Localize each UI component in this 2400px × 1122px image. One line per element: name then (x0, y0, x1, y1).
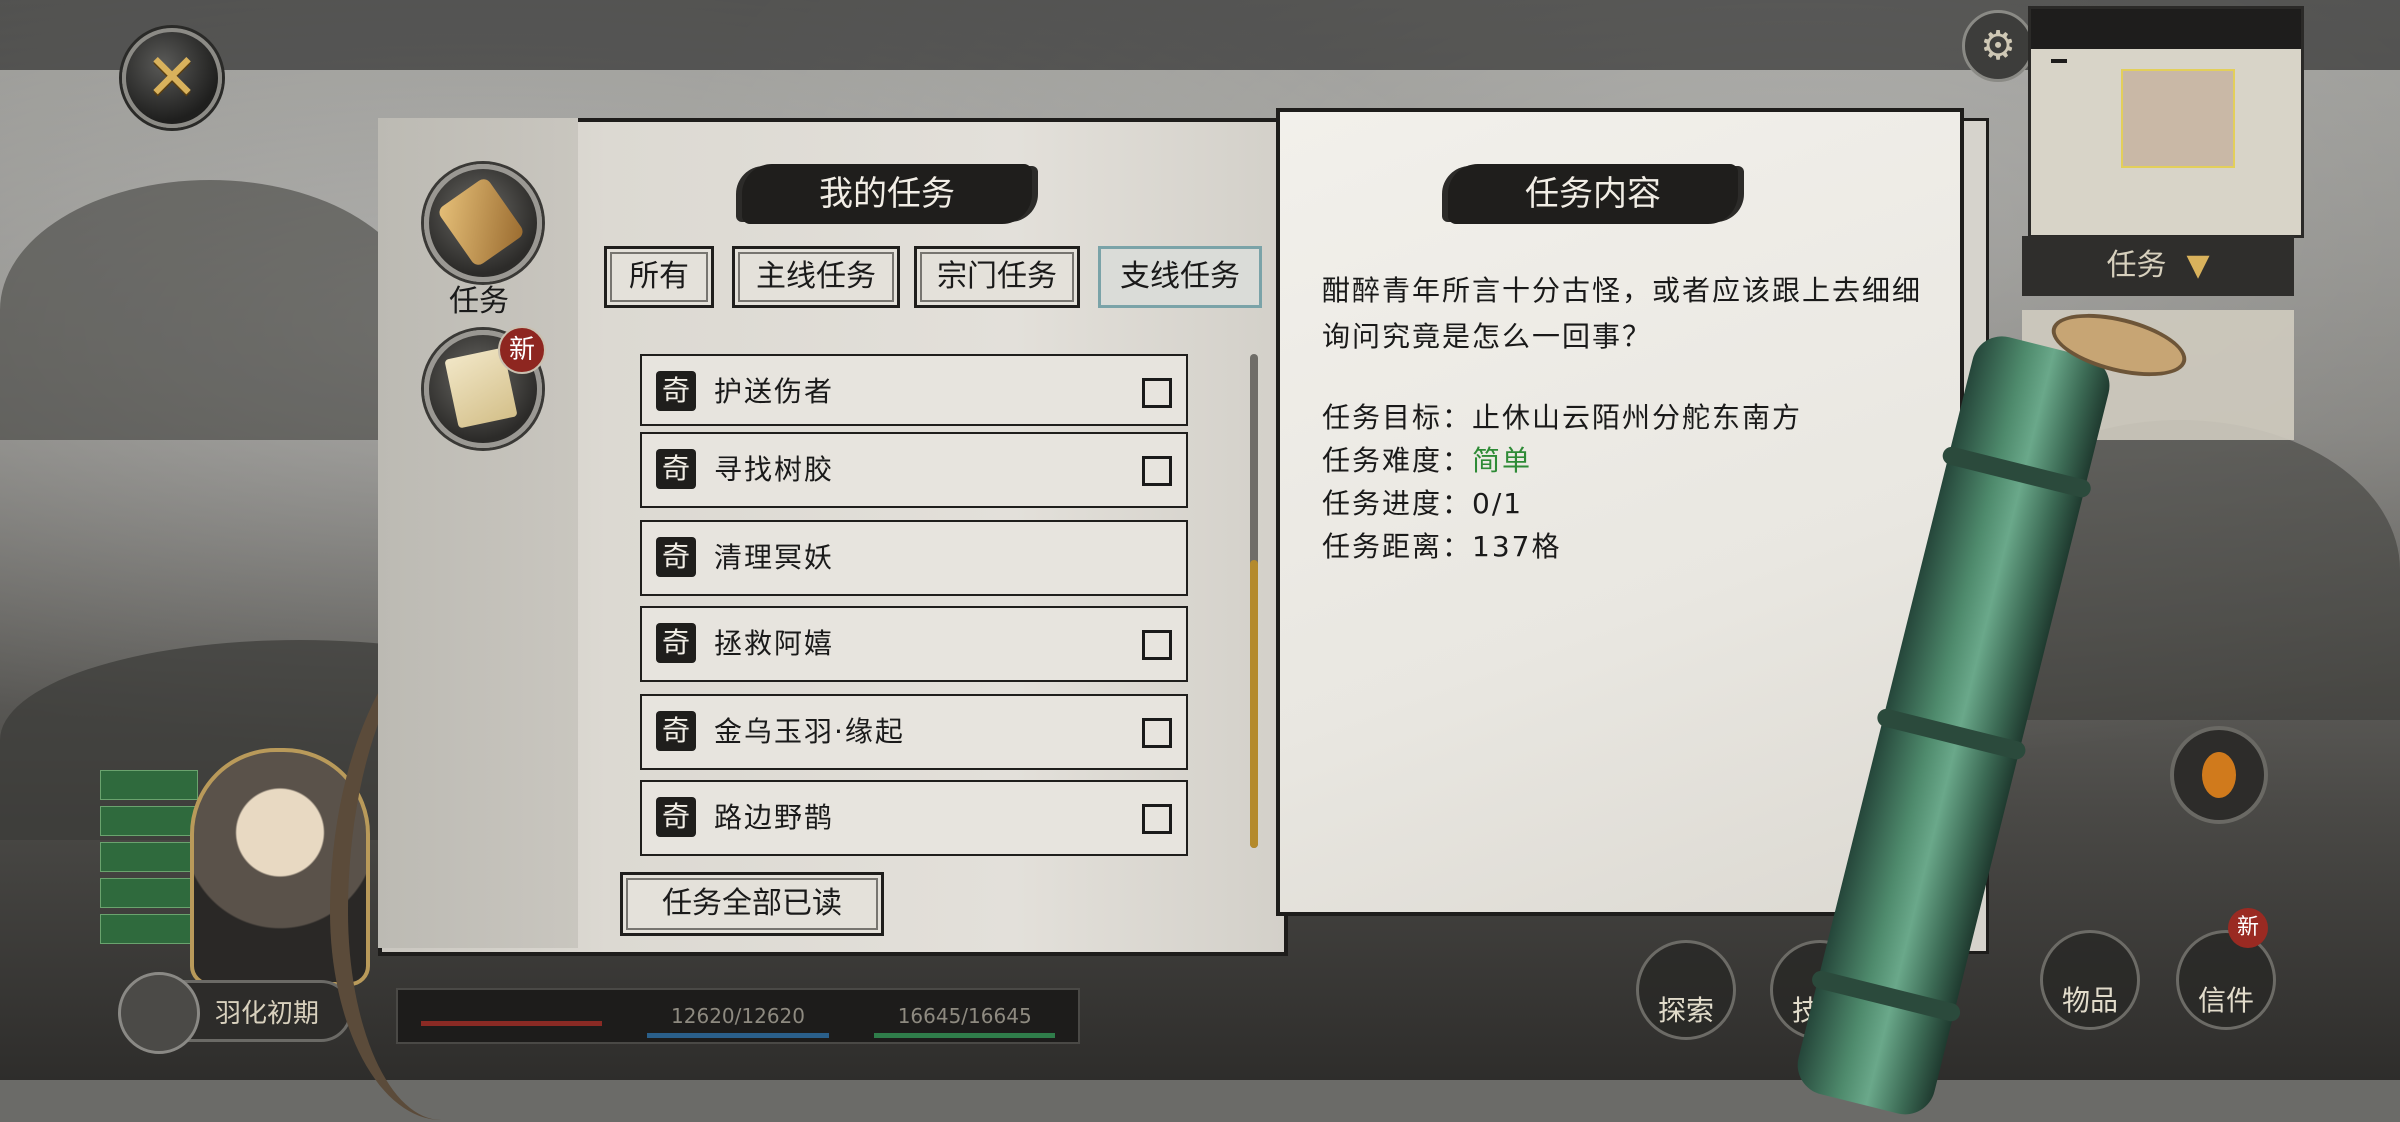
bamboo-node (1940, 444, 2093, 500)
quest-name: 护送伤者 (714, 375, 835, 408)
bamboo-node (1875, 706, 2028, 762)
tab-tasks-label: 任务 (449, 284, 509, 319)
minimap-location-tag (2051, 59, 2067, 63)
quest-item[interactable]: 奇 寻找树胶 (640, 432, 1188, 508)
quest-type-badge: 奇 (656, 797, 696, 837)
quest-target-label: 任务目标： (1322, 401, 1473, 434)
items-button[interactable]: 物品 (2040, 930, 2140, 1030)
quest-item[interactable]: 奇 拯救阿嬉 (640, 606, 1188, 682)
quest-name: 路边野鹊 (714, 801, 835, 834)
status-tag[interactable] (100, 842, 198, 872)
rank-icon (118, 972, 200, 1054)
minimap[interactable] (2028, 6, 2304, 238)
settings-button[interactable]: ⚙ (1962, 10, 2034, 82)
quest-checkbox[interactable] (1142, 378, 1172, 408)
minimap-header (2031, 9, 2301, 49)
quest-difficulty-label: 任务难度： (1322, 444, 1473, 477)
quest-type-badge: 奇 (656, 371, 696, 411)
filter-all[interactable]: 所有 (604, 246, 714, 308)
task-tracker-label: 任务 (2106, 248, 2167, 283)
quest-target-row: 任务目标：止休山云陌州分舵东南方 (1322, 396, 1802, 439)
quest-difficulty-row: 任务难度：简单 (1322, 439, 1802, 482)
mark-all-read-button[interactable]: 任务全部已读 (620, 872, 884, 936)
quest-checkbox[interactable] (1142, 456, 1172, 486)
quest-progress-value: 0/1 (1472, 487, 1524, 520)
status-tag[interactable] (100, 878, 198, 908)
quest-item[interactable]: 奇 路边野鹊 (640, 780, 1188, 856)
status-tag[interactable] (100, 914, 198, 944)
tab-tasks[interactable] (424, 164, 542, 282)
quest-progress-row: 任务进度：0/1 (1322, 482, 1802, 525)
explore-button[interactable]: 探索 (1636, 940, 1736, 1040)
status-tags (100, 770, 198, 950)
quest-target-value: 止休山云陌州分舵东南方 (1472, 401, 1803, 434)
quest-distance-value: 137格 (1472, 530, 1562, 563)
quest-type-badge: 奇 (656, 449, 696, 489)
new-badge: 新 (498, 326, 546, 374)
background-mountain (0, 180, 420, 440)
filter-main[interactable]: 主线任务 (732, 246, 900, 308)
task-tracker-dropdown[interactable]: 任务 ▼ (2022, 236, 2294, 296)
explore-label: 探索 (1657, 994, 1714, 1027)
quest-item-selected[interactable]: 奇 清理冥妖 (640, 520, 1188, 596)
quest-difficulty-value: 简单 (1472, 444, 1533, 477)
gear-icon: ⚙ (1980, 23, 2016, 69)
quest-item[interactable]: 奇 金乌玉羽·缘起 (640, 694, 1188, 770)
minimap-region (2121, 69, 2235, 168)
quest-progress-label: 任务进度： (1322, 487, 1473, 520)
quest-checkbox[interactable] (1142, 630, 1172, 660)
close-button[interactable]: ✕ (122, 28, 222, 128)
quest-checkbox[interactable] (1142, 718, 1172, 748)
status-tag[interactable] (100, 806, 198, 836)
quest-list[interactable]: 奇 护送伤者 奇 寻找树胶 奇 清理冥妖 奇 拯救阿嬉 奇 金乌玉羽·缘起 奇 … (640, 354, 1192, 858)
quest-type-badge: 奇 (656, 711, 696, 751)
quest-distance-label: 任务距离： (1322, 530, 1473, 563)
quest-type-badge: 奇 (656, 537, 696, 577)
quest-description: 酣醉青年所言十分古怪，或者应该跟上去细细询问究竟是怎么一回事？ (1322, 274, 1923, 353)
close-icon: ✕ (145, 41, 199, 115)
filter-sect[interactable]: 宗门任务 (914, 246, 1080, 308)
quest-distance-row: 任务距离：137格 (1322, 525, 1802, 568)
quest-name: 金乌玉羽·缘起 (714, 715, 905, 748)
status-tag[interactable] (100, 770, 198, 800)
page-title: 我的任务 (742, 164, 1032, 224)
letters-button[interactable]: 信件 (2176, 930, 2276, 1030)
items-label: 物品 (2061, 984, 2118, 1017)
scroll-icon (436, 176, 526, 268)
letters-label: 信件 (2197, 984, 2254, 1017)
quest-name: 拯救阿嬉 (714, 627, 835, 660)
quest-checkbox[interactable] (1142, 804, 1172, 834)
filter-side[interactable]: 支线任务 (1098, 246, 1262, 308)
quest-item[interactable]: 奇 护送伤者 (640, 354, 1188, 426)
quest-list-scroll-thumb[interactable] (1250, 560, 1258, 848)
quest-info: 任务目标：止休山云陌州分舵东南方 任务难度：简单 任务进度：0/1 任务距离：1… (1322, 396, 1802, 568)
mp-bar: 12620/12620 (625, 1004, 852, 1038)
chevron-down-icon: ▼ (2186, 248, 2210, 283)
detail-title: 任务内容 (1448, 164, 1738, 224)
letters-new-badge: 新 (2228, 908, 2268, 948)
bamboo-node (1810, 968, 1962, 1024)
sp-bar: 16645/16645 (851, 1004, 1078, 1038)
eye-icon[interactable] (2170, 726, 2268, 824)
quest-name: 清理冥妖 (714, 541, 835, 574)
quest-name: 寻找树胶 (714, 453, 835, 486)
quest-type-badge: 奇 (656, 623, 696, 663)
